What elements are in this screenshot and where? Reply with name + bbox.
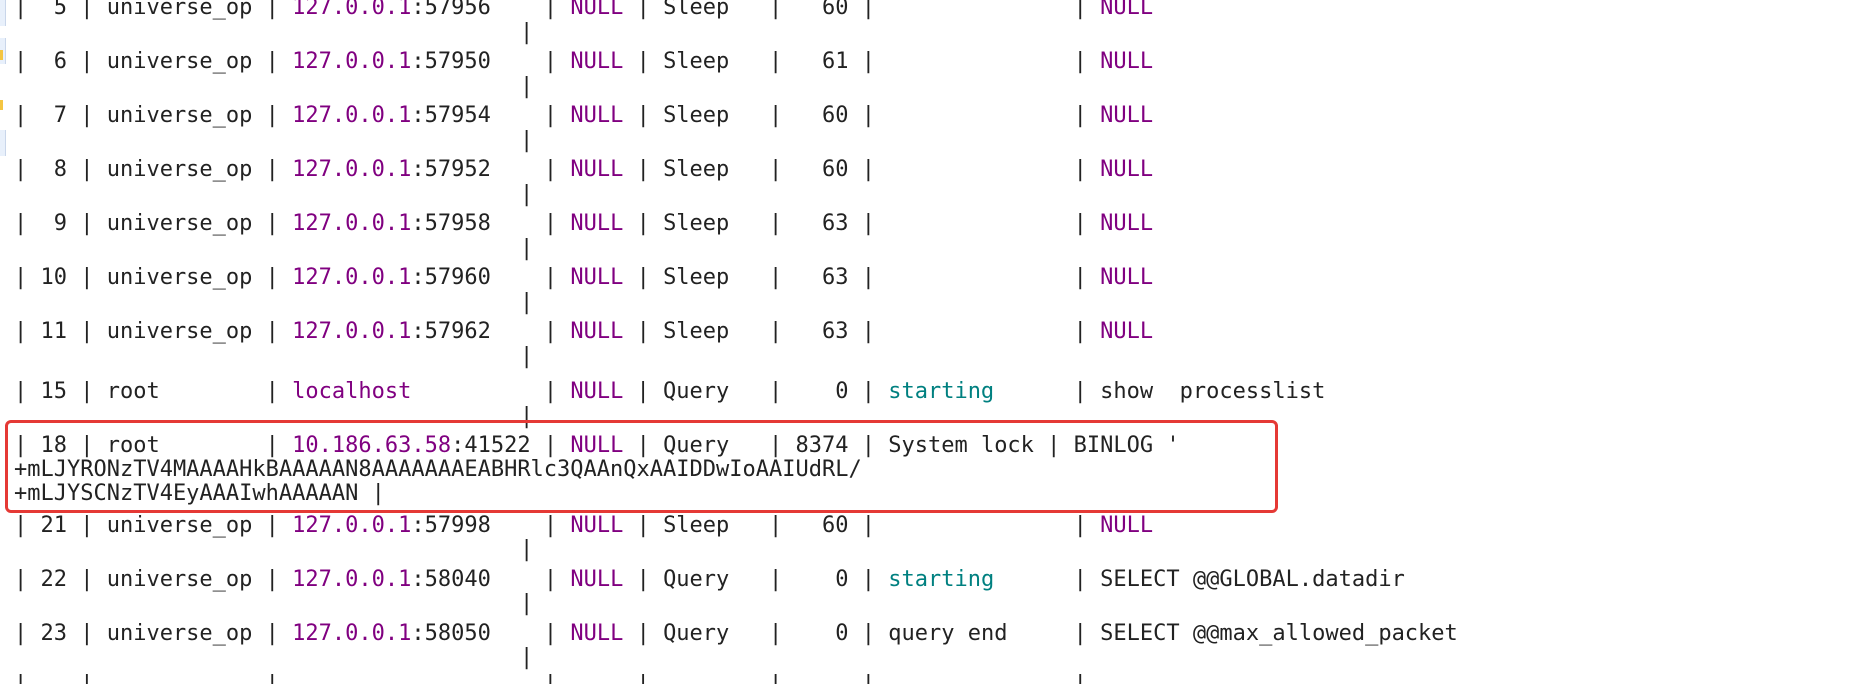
db-cell: NULL: [570, 379, 624, 404]
host-cell: 127.0.0.1: [292, 103, 412, 128]
db-cell: NULL: [570, 49, 624, 74]
state-cell: query end: [888, 621, 1008, 646]
table-row: | 21 | universe_op | 127.0.0.1:57998 | N…: [14, 513, 1154, 538]
table-row: | 8 | universe_op | 127.0.0.1:57952 | NU…: [14, 157, 1154, 182]
info-cell: NULL: [1100, 211, 1154, 236]
info-cell: SELECT @@max_allowed_packet: [1100, 621, 1458, 646]
port-cell: :58040: [411, 567, 491, 592]
table-row: | 10 | universe_op | 127.0.0.1:57960 | N…: [14, 265, 1154, 290]
info-cell: SELECT @@GLOBAL.datadir: [1100, 567, 1405, 592]
host-cell: 127.0.0.1: [292, 567, 412, 592]
host-cell: 127.0.0.1: [292, 621, 412, 646]
port-cell: :57958: [411, 211, 491, 236]
row-separator: |: [520, 74, 534, 99]
row-separator: |: [520, 537, 534, 562]
db-cell: NULL: [570, 567, 624, 592]
state-cell: starting: [888, 567, 995, 592]
row-separator: |: [520, 591, 534, 616]
info-cell: NULL: [1100, 103, 1154, 128]
host-cell: 127.0.0.1: [292, 265, 412, 290]
row-separator: |: [520, 128, 534, 153]
highlight-box: [5, 420, 1278, 513]
host-cell: 127.0.0.1: [292, 211, 412, 236]
info-cell: show processlist: [1100, 379, 1326, 404]
window-edge-marker: [0, 50, 3, 60]
table-row: | 15 | root | localhost | NULL | Query |…: [14, 379, 1326, 404]
row-separator: |: [520, 344, 534, 369]
db-cell: NULL: [570, 265, 624, 290]
port-cell: :57962: [411, 319, 491, 344]
window-edge-marker: [0, 100, 3, 110]
db-cell: NULL: [570, 211, 624, 236]
db-cell: NULL: [570, 0, 624, 20]
db-cell: NULL: [570, 621, 624, 646]
window-edge: [0, 130, 6, 156]
info-cell: NULL: [1100, 0, 1154, 20]
port-cell: :58050: [411, 621, 491, 646]
window-edge: [0, 0, 6, 26]
db-cell: NULL: [570, 319, 624, 344]
row-separator: |: [520, 20, 534, 45]
row-separator: |: [520, 290, 534, 315]
state-cell: starting: [888, 379, 995, 404]
port-cell: :57952: [411, 157, 491, 182]
db-cell: NULL: [570, 513, 624, 538]
row-separator: |: [520, 645, 534, 670]
table-row: | 5 | universe_op | 127.0.0.1:57956 | NU…: [14, 0, 1153, 20]
info-cell: NULL: [1100, 157, 1154, 182]
host-cell: 127.0.0.1: [292, 157, 412, 182]
table-row: | 6 | universe_op | 127.0.0.1:57950 | NU…: [14, 49, 1154, 74]
port-cell: :57956: [411, 0, 491, 20]
table-row: | 23 | universe_op | 127.0.0.1:58050 | N…: [14, 621, 1458, 646]
terminal-output: | 5 | universe_op | 127.0.0.1:57956 | NU…: [0, 0, 1851, 684]
host-cell: localhost: [292, 379, 412, 404]
info-cell: NULL: [1100, 265, 1154, 290]
port-cell: :57960: [411, 265, 491, 290]
db-cell: NULL: [570, 157, 624, 182]
row-separator: |: [520, 236, 534, 261]
table-row: | 22 | universe_op | 127.0.0.1:58040 | N…: [14, 567, 1405, 592]
info-cell: NULL: [1100, 319, 1154, 344]
db-cell: NULL: [570, 103, 624, 128]
port-cell: :57998: [411, 513, 491, 538]
table-border: | | | | | | | |: [14, 674, 1087, 684]
table-row: | 7 | universe_op | 127.0.0.1:57954 | NU…: [14, 103, 1154, 128]
table-row: | 11 | universe_op | 127.0.0.1:57962 | N…: [14, 319, 1154, 344]
table-row: | 9 | universe_op | 127.0.0.1:57958 | NU…: [14, 211, 1154, 236]
host-cell: 127.0.0.1: [292, 513, 412, 538]
host-cell: 127.0.0.1: [292, 0, 412, 20]
row-separator: |: [520, 182, 534, 207]
host-cell: 127.0.0.1: [292, 319, 412, 344]
info-cell: NULL: [1100, 513, 1154, 538]
host-cell: 127.0.0.1: [292, 49, 412, 74]
port-cell: :57954: [411, 103, 491, 128]
info-cell: NULL: [1100, 49, 1154, 74]
port-cell: :57950: [411, 49, 491, 74]
